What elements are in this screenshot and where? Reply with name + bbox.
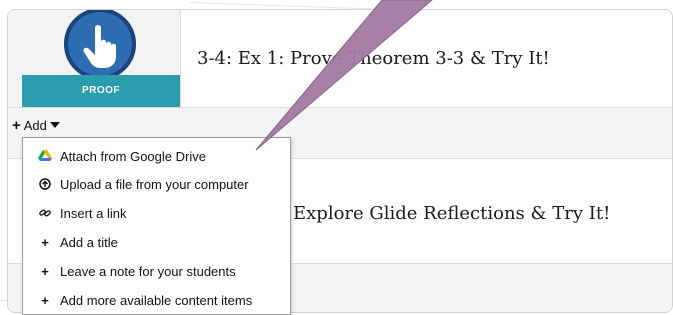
menu-item-label: Add a title	[60, 234, 118, 250]
add-label: Add	[23, 118, 47, 133]
google-drive-icon	[35, 150, 55, 162]
menu-item-add-title[interactable]: + Add a title	[23, 229, 290, 255]
lesson-title[interactable]: Explore Glide Reflections & Try It!	[293, 203, 610, 224]
add-dropdown-toggle[interactable]: + Add	[12, 118, 60, 133]
menu-item-label: Upload a file from your computer	[60, 176, 249, 192]
badge-circle	[64, 10, 136, 80]
add-bar: + Add	[8, 108, 672, 136]
menu-item-label: Insert a link	[60, 205, 127, 221]
menu-item-leave-note[interactable]: + Leave a note for your students	[23, 258, 290, 284]
menu-item-label: Attach from Google Drive	[60, 148, 206, 164]
lesson-item-row[interactable]: PROOF 3-4: Ex 1: Prove Theorem 3-3 & Try…	[8, 10, 672, 108]
hand-pointer-icon	[83, 25, 116, 68]
plus-icon: +	[41, 292, 49, 308]
lesson-title[interactable]: 3-4: Ex 1: Prove Theorem 3-3 & Try It!	[197, 48, 550, 69]
lesson-thumbnail[interactable]: PROOF	[8, 10, 181, 107]
menu-item-add-content[interactable]: + Add more available content items	[23, 287, 290, 313]
caret-down-icon	[49, 122, 60, 128]
upload-icon	[35, 178, 55, 190]
menu-item-upload-file[interactable]: Upload a file from your computer	[23, 171, 290, 197]
link-icon	[35, 207, 55, 219]
add-dropdown-menu: Attach from Google Drive Upload a file f…	[22, 137, 291, 315]
plus-icon: +	[41, 234, 49, 250]
proof-badge-label: PROOF	[22, 75, 180, 107]
plus-icon: +	[12, 117, 21, 134]
menu-item-label: Add more available content items	[60, 292, 253, 308]
menu-item-label: Leave a note for your students	[60, 263, 236, 279]
menu-item-insert-link[interactable]: Insert a link	[23, 200, 290, 226]
plus-icon: +	[41, 263, 49, 279]
menu-item-google-drive[interactable]: Attach from Google Drive	[23, 143, 290, 169]
